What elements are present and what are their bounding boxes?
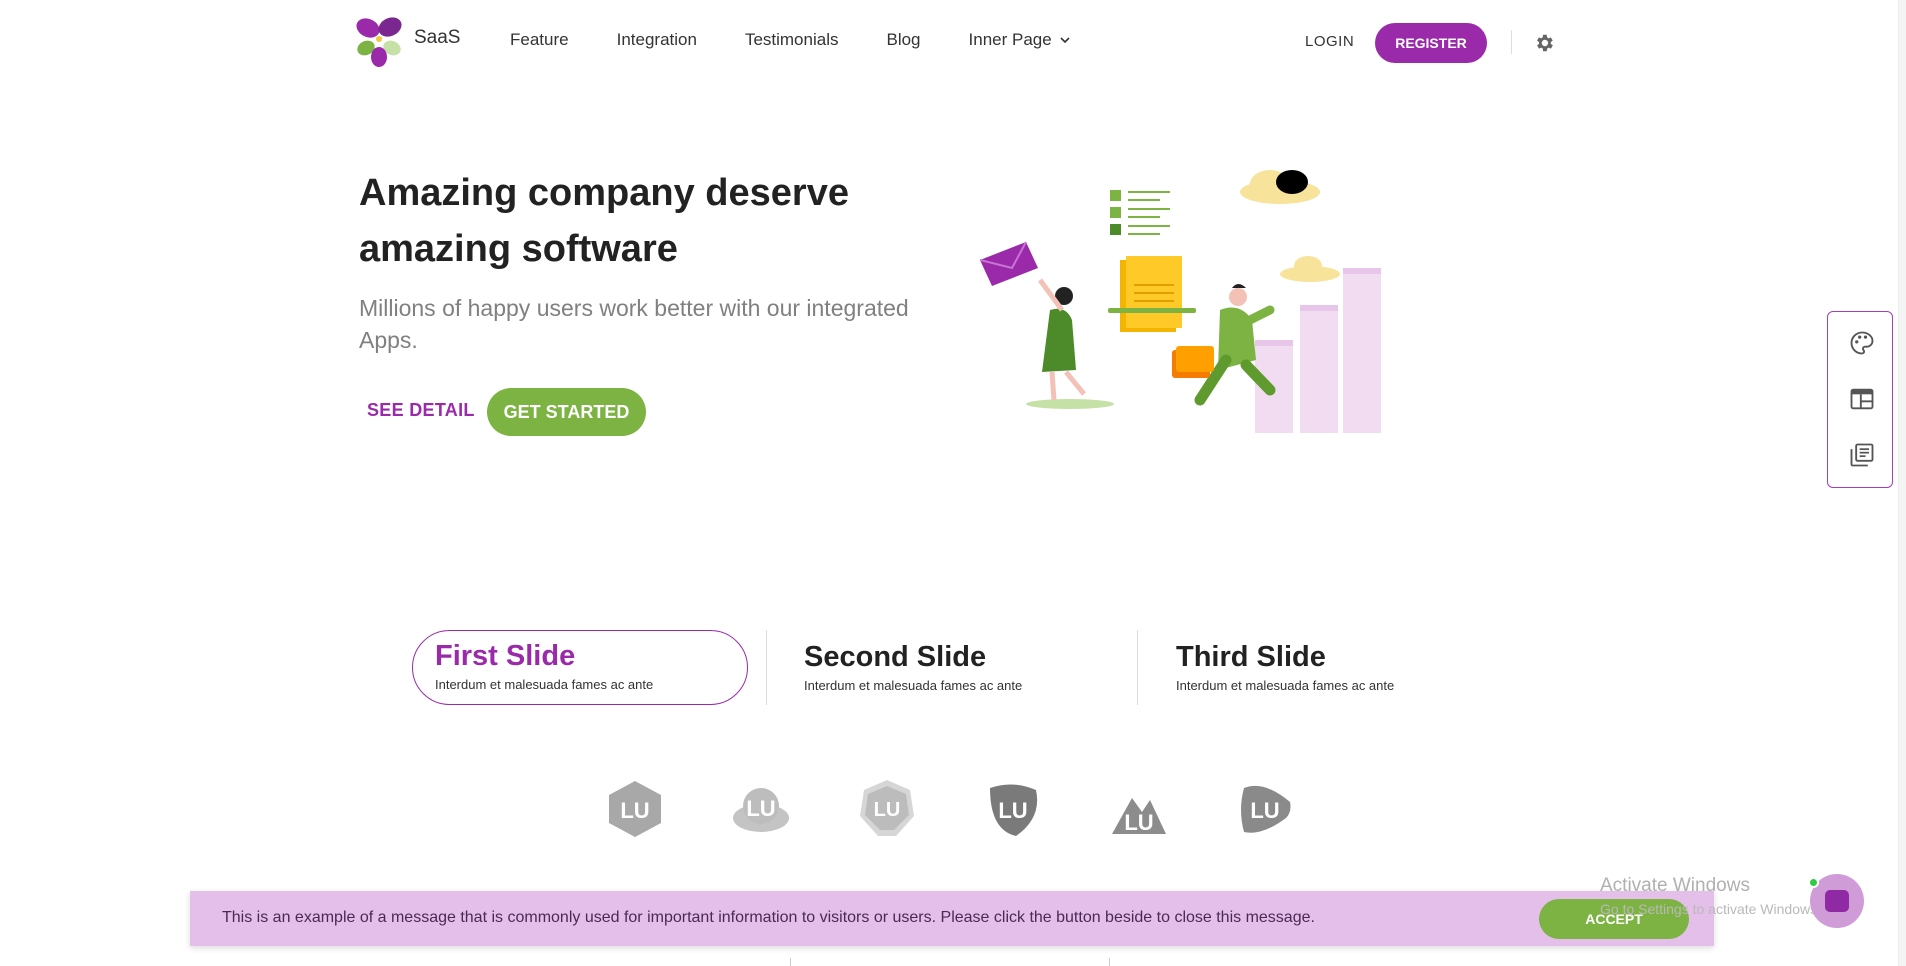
- activate-windows-subtitle: Go to Settings to activate Windows.: [1600, 901, 1821, 917]
- slide-tab-subtitle: Interdum et malesuada fames ac ante: [435, 677, 654, 692]
- chat-bubble-icon: [1825, 890, 1849, 912]
- woman-figure: [1026, 278, 1114, 409]
- layout-icon[interactable]: [1848, 385, 1876, 413]
- activate-windows-title: Activate Windows: [1600, 875, 1750, 896]
- site-header: SaaS Feature Integration Testimonials Bl…: [0, 0, 1906, 84]
- client-logo-text: LU: [620, 798, 649, 823]
- slide-tabs: First Slide Interdum et malesuada fames …: [410, 630, 1430, 706]
- cookie-notice-bar: This is an example of a message that is …: [190, 891, 1714, 946]
- see-detail-button[interactable]: SEE DETAIL: [367, 400, 475, 421]
- library-icon[interactable]: [1848, 441, 1876, 469]
- client-logo-badge-icon: LU: [860, 780, 914, 836]
- nav-item-inner-page-label: Inner Page: [968, 30, 1052, 49]
- flower-logo-icon: [356, 17, 402, 67]
- side-tool-panel: [1827, 311, 1893, 488]
- slide-tab-subtitle: Interdum et malesuada fames ac ante: [1176, 678, 1395, 693]
- bar-chart-graphic: [1255, 268, 1381, 433]
- checklist-icon: [1110, 190, 1170, 235]
- slide-tab-first[interactable]: First Slide Interdum et malesuada fames …: [412, 630, 748, 705]
- client-logo-hexagon-icon: LU: [609, 781, 661, 837]
- page-scrollbar[interactable]: [1898, 0, 1906, 966]
- slide-tab-third[interactable]: Third Slide Interdum et malesuada fames …: [1176, 630, 1394, 705]
- hero-illustration: [980, 170, 1381, 433]
- brand-name: SaaS: [414, 27, 461, 48]
- client-logo-mountain-icon: LU: [1112, 798, 1166, 835]
- header-divider: [1511, 30, 1512, 54]
- gear-icon[interactable]: [1533, 32, 1555, 54]
- slide-divider: [766, 630, 767, 705]
- client-logo-text: LU: [1124, 810, 1153, 835]
- chat-launcher-button[interactable]: [1808, 874, 1864, 928]
- slide-tab-title: Second Slide: [804, 641, 987, 673]
- online-status-dot: [1808, 877, 1819, 888]
- main-nav: Feature Integration Testimonials Blog In…: [510, 30, 1070, 50]
- section-divider: [790, 958, 791, 966]
- hero-subtitle: Millions of happy users work better with…: [359, 295, 909, 353]
- palette-icon[interactable]: [1848, 329, 1876, 357]
- client-logo-text: LU: [746, 796, 775, 821]
- cloud-small-icon: [1280, 256, 1340, 282]
- section-divider: [1109, 958, 1110, 966]
- slide-tab-title: First Slide: [435, 640, 576, 672]
- chevron-down-icon: [1060, 37, 1070, 44]
- brand-logo[interactable]: SaaS: [350, 14, 460, 68]
- nav-item-inner-page[interactable]: Inner Page: [969, 30, 1070, 50]
- slide-tab-subtitle: Interdum et malesuada fames ac ante: [804, 678, 1023, 693]
- nav-item-integration[interactable]: Integration: [617, 30, 697, 50]
- nav-item-testimonials[interactable]: Testimonials: [745, 30, 839, 50]
- client-logo-cloud-icon: LU: [733, 788, 789, 832]
- register-button[interactable]: REGISTER: [1375, 23, 1487, 63]
- client-logo-text: LU: [998, 798, 1027, 823]
- client-logo-play-icon: LU: [1241, 785, 1291, 833]
- login-link[interactable]: LOGIN: [1305, 33, 1354, 50]
- document-icon: [1108, 256, 1196, 332]
- hero-title: Amazing company deserve amazing software: [359, 172, 849, 270]
- nav-item-blog[interactable]: Blog: [886, 30, 920, 50]
- get-started-button[interactable]: GET STARTED: [487, 388, 646, 436]
- client-logo-text: LU: [1250, 798, 1279, 823]
- slide-divider: [1137, 630, 1138, 705]
- cloud-icon: [1240, 170, 1320, 204]
- client-logo-shield-icon: LU: [990, 784, 1038, 836]
- slide-tab-title: Third Slide: [1176, 641, 1326, 673]
- envelope-icon: [980, 241, 1038, 286]
- client-logo-text: LU: [874, 799, 901, 821]
- cookie-message: This is an example of a message that is …: [222, 909, 1315, 926]
- slide-tab-second[interactable]: Second Slide Interdum et malesuada fames…: [804, 630, 1022, 705]
- nav-item-feature[interactable]: Feature: [510, 30, 569, 50]
